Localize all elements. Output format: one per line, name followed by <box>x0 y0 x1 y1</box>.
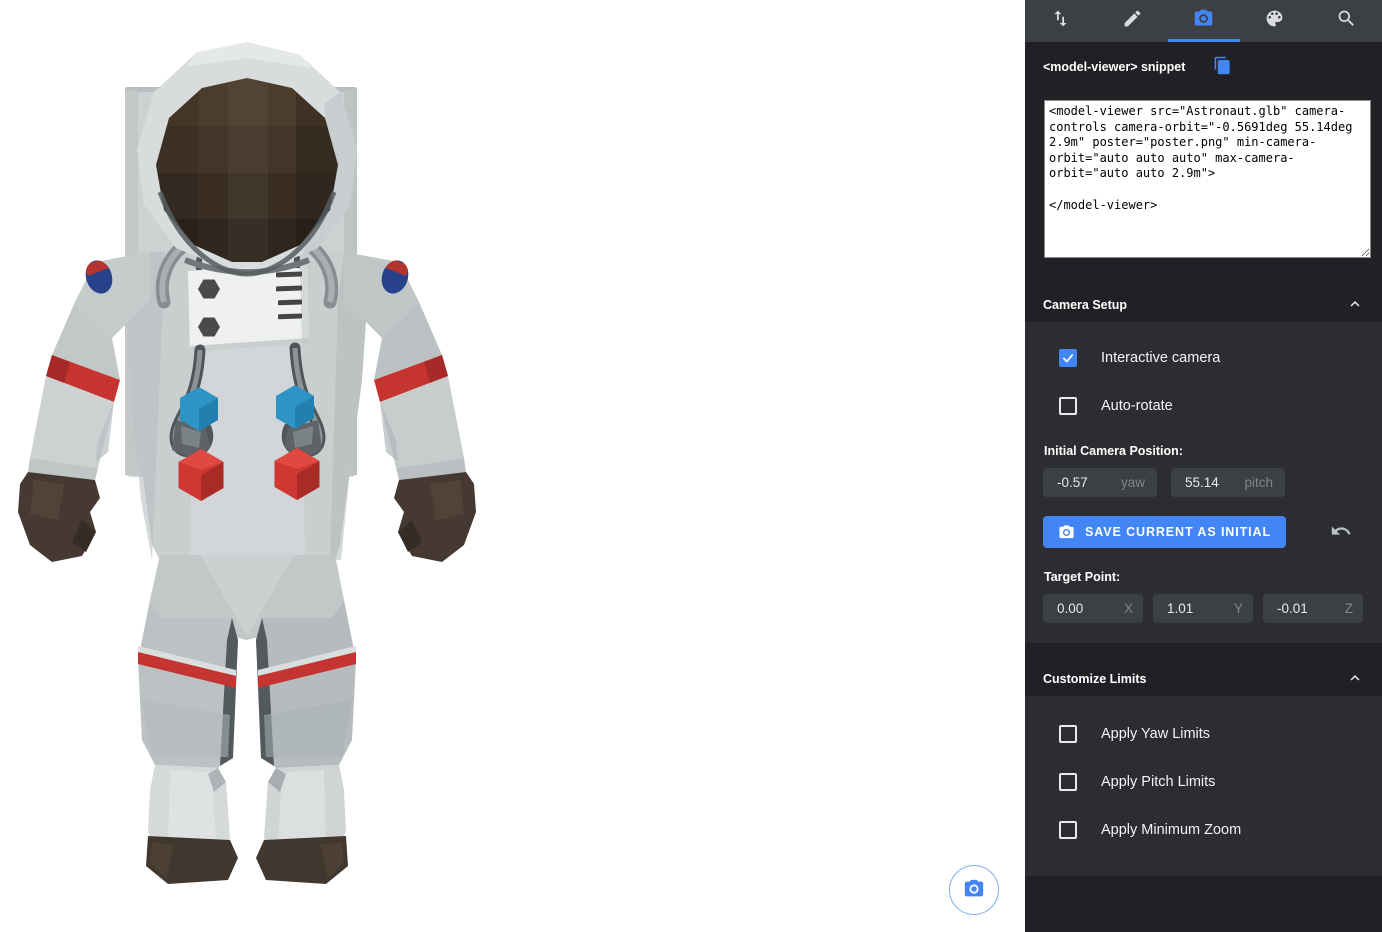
model-viewer-editor: <model-viewer> snippet <model-viewer src… <box>0 0 1382 932</box>
reset-camera-button[interactable] <box>1330 520 1352 545</box>
auto-rotate-checkbox[interactable] <box>1059 397 1077 415</box>
tab-materials[interactable] <box>1239 0 1310 42</box>
tab-edit[interactable] <box>1096 0 1167 42</box>
pitch-unit-label: pitch <box>1244 475 1273 490</box>
initial-camera-position-label: Initial Camera Position: <box>1044 444 1364 458</box>
target-point-label: Target Point: <box>1044 570 1364 584</box>
camera-setup-header: Camera Setup <box>1025 288 1382 322</box>
interactive-camera-checkbox[interactable] <box>1059 349 1077 367</box>
astronaut-model <box>0 0 490 932</box>
camera-setup-collapse-button[interactable] <box>1344 293 1366 318</box>
customize-limits-collapse-button[interactable] <box>1344 667 1366 692</box>
target-z-field: Z <box>1263 594 1363 623</box>
target-x-unit-label: X <box>1124 601 1133 616</box>
yaw-field: yaw <box>1043 468 1157 497</box>
undo-icon <box>1330 520 1352 545</box>
apply-yaw-limits-row[interactable]: Apply Yaw Limits <box>1043 710 1364 758</box>
target-z-input[interactable] <box>1277 601 1333 616</box>
interactive-camera-label: Interactive camera <box>1101 350 1220 366</box>
camera-icon <box>1193 8 1214 34</box>
camera-setup-body: Interactive camera Auto-rotate Initial C… <box>1025 322 1382 643</box>
camera-settings-panel: <model-viewer> snippet <model-viewer src… <box>1025 0 1382 932</box>
model-viewport[interactable] <box>0 0 1025 932</box>
tab-camera[interactable] <box>1168 0 1239 42</box>
palette-icon <box>1264 8 1285 34</box>
target-y-input[interactable] <box>1167 601 1223 616</box>
yaw-unit-label: yaw <box>1121 475 1145 490</box>
camera-icon <box>1058 524 1075 541</box>
camera-setup-title: Camera Setup <box>1043 298 1127 312</box>
apply-yaw-limits-checkbox[interactable] <box>1059 725 1077 743</box>
chevron-up-icon <box>1346 295 1364 316</box>
customize-limits-header: Customize Limits <box>1025 662 1382 696</box>
copy-snippet-button[interactable] <box>1213 56 1232 78</box>
interactive-camera-row[interactable]: Interactive camera <box>1043 334 1364 382</box>
target-x-field: X <box>1043 594 1143 623</box>
copy-icon <box>1213 56 1232 78</box>
apply-minimum-zoom-label: Apply Minimum Zoom <box>1101 822 1241 838</box>
search-icon <box>1336 8 1357 34</box>
apply-pitch-limits-checkbox[interactable] <box>1059 773 1077 791</box>
auto-rotate-row[interactable]: Auto-rotate <box>1043 382 1364 430</box>
pitch-input[interactable] <box>1185 475 1241 490</box>
chevron-up-icon <box>1346 669 1364 690</box>
save-button-label: SAVE CURRENT AS INITIAL <box>1085 525 1271 539</box>
panel-tabbar <box>1025 0 1382 42</box>
target-x-input[interactable] <box>1057 601 1113 616</box>
import-export-icon <box>1050 8 1071 34</box>
panel-footer <box>1025 876 1382 932</box>
auto-rotate-label: Auto-rotate <box>1101 398 1173 414</box>
apply-yaw-limits-label: Apply Yaw Limits <box>1101 726 1210 742</box>
customize-limits-body: Apply Yaw Limits Apply Pitch Limits Appl… <box>1025 696 1382 876</box>
tab-file-controls[interactable] <box>1025 0 1096 42</box>
pencil-icon <box>1122 8 1143 34</box>
apply-minimum-zoom-checkbox[interactable] <box>1059 821 1077 839</box>
snippet-title: <model-viewer> snippet <box>1043 60 1185 74</box>
apply-pitch-limits-label: Apply Pitch Limits <box>1101 774 1215 790</box>
yaw-input[interactable] <box>1057 475 1113 490</box>
camera-icon <box>963 878 985 903</box>
customize-limits-title: Customize Limits <box>1043 672 1147 686</box>
target-z-unit-label: Z <box>1345 601 1353 616</box>
pitch-field: pitch <box>1171 468 1285 497</box>
tab-inspector[interactable] <box>1311 0 1382 42</box>
apply-pitch-limits-row[interactable]: Apply Pitch Limits <box>1043 758 1364 806</box>
snippet-code-textarea[interactable]: <model-viewer src="Astronaut.glb" camera… <box>1044 100 1371 258</box>
apply-minimum-zoom-row[interactable]: Apply Minimum Zoom <box>1043 806 1364 854</box>
download-screenshot-button[interactable] <box>949 865 999 915</box>
save-current-as-initial-button[interactable]: SAVE CURRENT AS INITIAL <box>1043 516 1286 548</box>
target-y-field: Y <box>1153 594 1253 623</box>
target-y-unit-label: Y <box>1234 601 1243 616</box>
